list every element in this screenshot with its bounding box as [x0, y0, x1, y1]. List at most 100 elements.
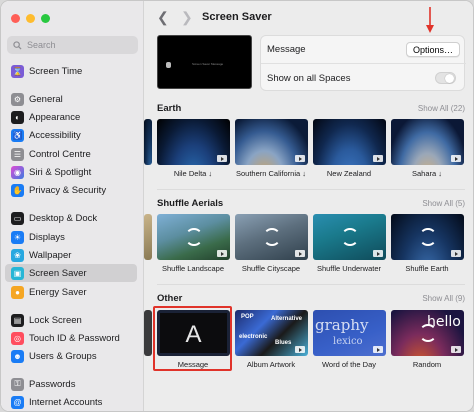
shuffle-icon [184, 228, 203, 246]
back-chevron-icon[interactable]: ❮ [157, 9, 169, 26]
shuffle-icon [418, 324, 437, 342]
earth-thumb-nile-delta[interactable] [157, 119, 230, 165]
users-icon: ☻ [11, 349, 24, 363]
sidebar-item-screen-time[interactable]: ⌛ Screen Time [5, 62, 137, 80]
video-icon [373, 155, 383, 162]
sidebar-item-general[interactable]: ⚙ General [5, 90, 137, 108]
sidebar-item-wallpaper[interactable]: ❀ Wallpaper [5, 246, 137, 264]
sidebar-item-touch-id[interactable]: ◎ Touch ID & Password [5, 329, 137, 347]
show-all-spaces-row: Show on all Spaces [261, 64, 466, 92]
selection-highlight [153, 306, 232, 371]
sidebar-item-screen-saver[interactable]: ▣ Screen Saver [5, 264, 137, 282]
shuffle-thumb-underwater[interactable] [313, 214, 386, 260]
control-centre-icon: ☰ [11, 147, 24, 161]
video-icon [451, 346, 461, 353]
earth-thumb-new-zealand[interactable] [313, 119, 386, 165]
caption-southern-california: Southern California ↓ [235, 169, 307, 178]
shuffle-icon [418, 228, 437, 246]
show-all-link[interactable]: Show All (5) [422, 199, 465, 208]
shuffle-thumb-landscape[interactable] [157, 214, 230, 260]
caption-shuffle-underwater: Shuffle Underwater [316, 264, 382, 273]
message-label: Message [267, 44, 306, 55]
apple-logo-icon [166, 62, 171, 68]
appearance-icon: ◐ [11, 110, 24, 124]
section-title: Other [157, 292, 183, 304]
shuffle-thumb-partial[interactable] [144, 214, 152, 260]
shuffle-thumb-earth[interactable] [391, 214, 464, 260]
caption-shuffle-cityscape: Shuffle Cityscape [241, 264, 301, 273]
sidebar-item-siri-spotlight[interactable]: ◉ Siri & Spotlight [5, 163, 137, 181]
lock-icon: ▤ [11, 313, 24, 327]
sidebar-item-passwords[interactable]: ⚿ Passwords [5, 375, 137, 393]
video-icon [295, 155, 305, 162]
sidebar-item-lock-screen[interactable]: ▤ Lock Screen [5, 311, 137, 329]
caption-shuffle-landscape: Shuffle Landscape [162, 264, 224, 273]
minimize-window-button[interactable] [26, 14, 35, 23]
close-window-button[interactable] [11, 14, 20, 23]
caption-album-artwork: Album Artwork [246, 360, 296, 369]
caption-random: Random [412, 360, 442, 369]
sidebar-item-privacy-security[interactable]: ✋ Privacy & Security [5, 181, 137, 199]
search-placeholder: Search [27, 40, 56, 50]
sidebar-item-desktop-dock[interactable]: ▭ Desktop & Dock [5, 209, 137, 227]
show-all-link[interactable]: Show All (9) [422, 294, 465, 303]
shuffle-icon [262, 228, 281, 246]
toolbar: ❮ ❯ Screen Saver [144, 1, 473, 33]
at-icon: @ [11, 395, 24, 409]
fingerprint-icon: ◎ [11, 331, 24, 345]
key-icon: ⚿ [11, 377, 24, 391]
earth-thumb-partial[interactable] [144, 119, 152, 165]
video-icon [217, 250, 227, 257]
sidebar: Search ⌛ Screen Time ⚙ General ◐ Appeara… [1, 1, 144, 411]
caption-sahara: Sahara ↓ [411, 169, 443, 178]
siri-icon: ◉ [11, 165, 24, 179]
forward-chevron-icon[interactable]: ❯ [181, 9, 193, 26]
message-row: Message Options… [261, 36, 466, 64]
settings-card: Message Options… Show on all Spaces [260, 35, 466, 92]
accessibility-icon: ♿ [11, 128, 24, 142]
caption-nile-delta: Nile Delta ↓ [173, 169, 213, 178]
sidebar-item-control-centre[interactable]: ☰ Control Centre [5, 145, 137, 163]
caption-new-zealand: New Zealand [326, 169, 372, 178]
search-field[interactable]: Search [7, 36, 138, 54]
video-icon [373, 346, 383, 353]
word-text: lexico [333, 336, 363, 347]
earth-thumb-southern-california[interactable] [235, 119, 308, 165]
show-all-spaces-label: Show on all Spaces [267, 72, 351, 84]
wallpaper-icon: ❀ [11, 248, 24, 262]
sidebar-item-displays[interactable]: ☀ Displays [5, 228, 137, 246]
other-thumb-word-of-the-day[interactable]: graphy lexico [313, 310, 386, 356]
bulb-icon: ● [11, 285, 24, 299]
video-icon [295, 346, 305, 353]
other-thumb-random[interactable]: hello [391, 310, 464, 356]
settings-window: Search ⌛ Screen Time ⚙ General ◐ Appeara… [0, 0, 474, 412]
gear-icon: ⚙ [11, 92, 24, 106]
video-icon [373, 250, 383, 257]
screen-saver-preview: Screen Saver Message [157, 35, 252, 89]
sidebar-item-users-groups[interactable]: ☻ Users & Groups [5, 347, 137, 365]
sidebar-item-accessibility[interactable]: ♿ Accessibility [5, 126, 137, 144]
preview-caption: Screen Saver Message [192, 62, 224, 66]
sidebar-item-appearance[interactable]: ◐ Appearance [5, 108, 137, 126]
annotation-arrow-icon [426, 7, 434, 33]
other-thumb-album-artwork[interactable]: POP Alternative electronic Blues [235, 310, 308, 356]
window-controls [11, 14, 50, 23]
search-icon [13, 40, 22, 50]
other-thumb-partial[interactable] [144, 310, 152, 356]
album-tag: Blues [275, 340, 292, 346]
show-all-spaces-toggle[interactable] [435, 72, 456, 84]
display-icon: ☀ [11, 230, 24, 244]
options-button[interactable]: Options… [405, 42, 460, 57]
hourglass-icon: ⌛ [11, 64, 24, 78]
sidebar-item-energy-saver[interactable]: ● Energy Saver [5, 283, 137, 301]
video-icon [295, 250, 305, 257]
show-all-link[interactable]: Show All (22) [418, 104, 465, 113]
word-text: graphy [315, 316, 369, 334]
section-title: Earth [157, 102, 182, 114]
zoom-window-button[interactable] [41, 14, 50, 23]
earth-thumb-sahara[interactable] [391, 119, 464, 165]
video-icon [451, 250, 461, 257]
shuffle-thumb-cityscape[interactable] [235, 214, 308, 260]
hand-icon: ✋ [11, 183, 24, 197]
sidebar-item-internet-accounts[interactable]: @ Internet Accounts [5, 393, 137, 411]
